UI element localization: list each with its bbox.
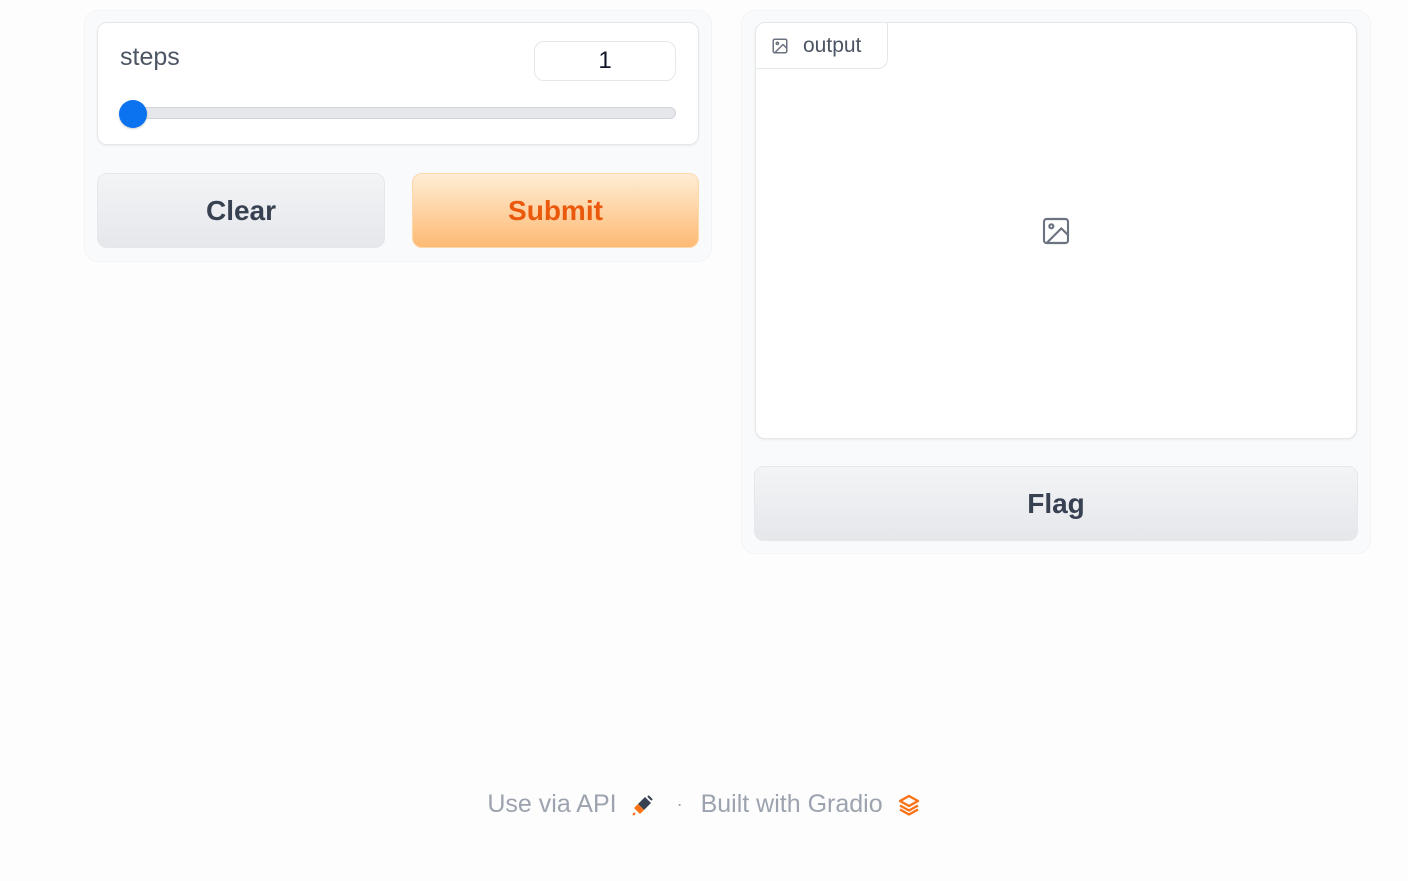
footer-separator: · (676, 794, 683, 814)
submit-button[interactable]: Submit (412, 173, 699, 248)
output-label: output (803, 33, 862, 57)
clear-button[interactable]: Clear (97, 173, 385, 248)
flag-button[interactable]: Flag (754, 466, 1358, 541)
use-via-api-link[interactable]: Use via API (487, 790, 616, 819)
built-with-gradio-link[interactable]: Built with Gradio (701, 790, 883, 819)
steps-slider-block: steps 1 (97, 22, 699, 145)
gradio-logo-icon[interactable] (897, 793, 921, 817)
input-panel: steps 1 Clear Submit (84, 10, 712, 262)
steps-slider-thumb[interactable] (119, 100, 147, 128)
footer: Use via API · Built with Gradio (0, 790, 1408, 819)
steps-number-input[interactable]: 1 (534, 41, 676, 81)
output-image-block: output (755, 22, 1357, 439)
steps-slider-track[interactable] (120, 107, 676, 119)
output-label-tab: output (756, 23, 888, 69)
image-icon (772, 38, 788, 53)
rocket-plug-icon[interactable] (631, 793, 655, 817)
output-panel: output Flag (741, 10, 1371, 554)
image-placeholder-icon (1042, 217, 1070, 245)
steps-label: steps (120, 43, 180, 71)
